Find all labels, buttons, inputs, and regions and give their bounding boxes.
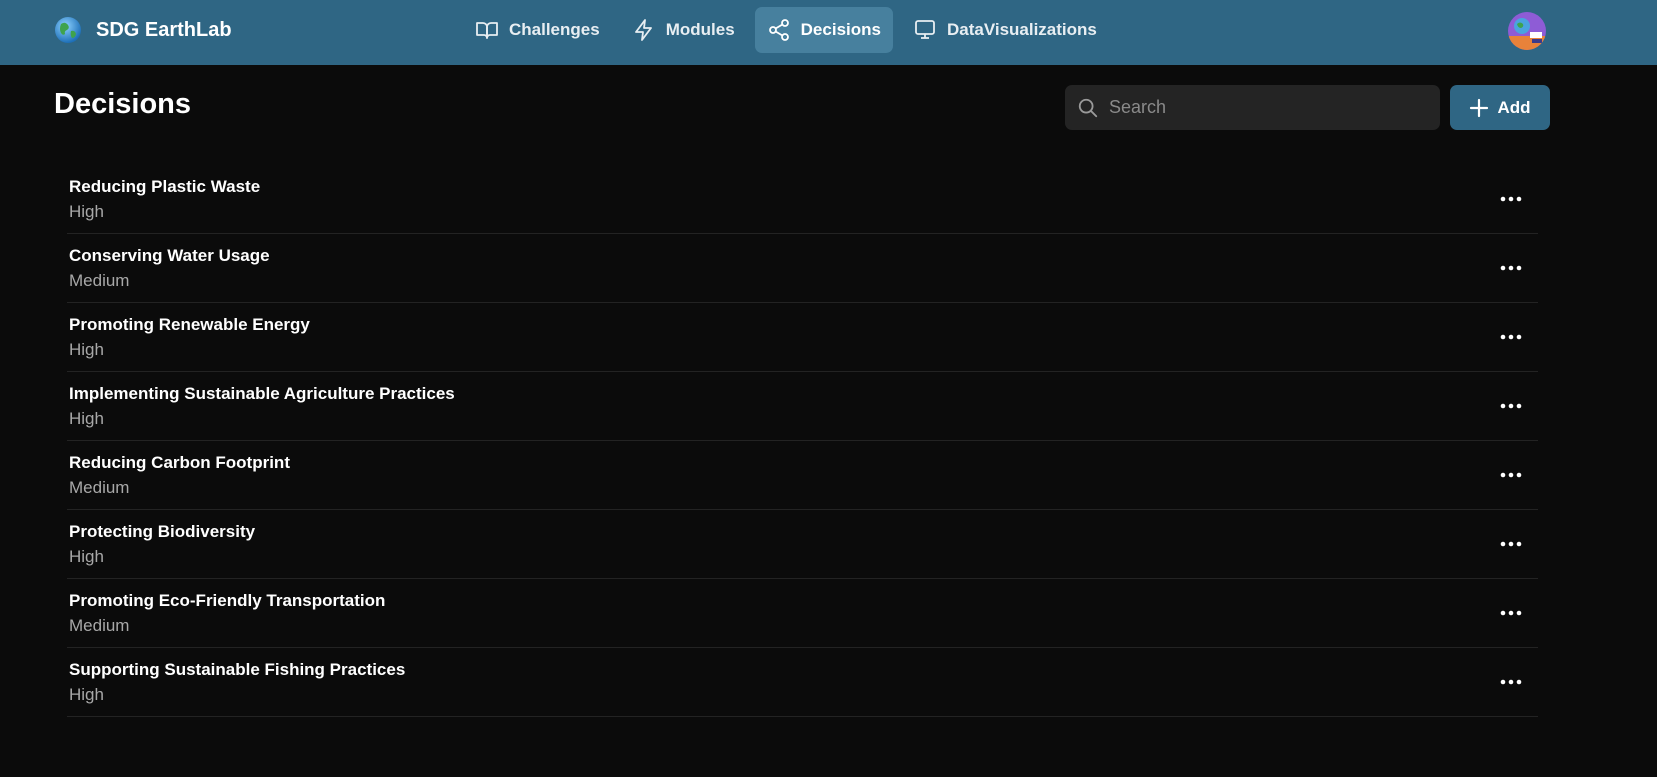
plus-icon xyxy=(1470,98,1489,117)
nav-modules-label: Modules xyxy=(665,20,735,39)
decision-title: Supporting Sustainable Fishing Practices xyxy=(69,660,406,679)
decision-priority: Medium xyxy=(69,616,130,635)
nav-decisions-label: Decisions xyxy=(800,20,881,39)
user-avatar[interactable] xyxy=(1508,12,1546,50)
more-options-button[interactable] xyxy=(1496,463,1526,487)
share-nodes-icon xyxy=(768,19,789,41)
add-button-label: Add xyxy=(1497,97,1531,117)
decision-title: Reducing Plastic Waste xyxy=(69,177,261,196)
monitor-icon xyxy=(915,20,935,39)
decision-priority: High xyxy=(69,685,104,704)
lightning-icon xyxy=(634,19,652,41)
decision-priority: High xyxy=(69,547,104,566)
decision-title: Conserving Water Usage xyxy=(69,246,270,265)
list-item[interactable]: Reducing Plastic Waste High xyxy=(67,165,1538,234)
decision-priority: Medium xyxy=(69,478,130,497)
list-item[interactable]: Implementing Sustainable Agriculture Pra… xyxy=(67,372,1538,441)
decision-priority: High xyxy=(69,409,104,428)
book-open-icon xyxy=(476,22,498,39)
brand[interactable]: SDG EarthLab xyxy=(54,15,232,45)
decision-title: Protecting Biodiversity xyxy=(69,522,256,541)
more-options-button[interactable] xyxy=(1496,325,1526,349)
list-item[interactable]: Conserving Water Usage Medium xyxy=(67,234,1538,303)
decision-priority: High xyxy=(69,340,104,359)
more-options-button[interactable] xyxy=(1496,532,1526,556)
brand-name: SDG EarthLab xyxy=(96,18,232,41)
more-horizontal-icon xyxy=(1500,196,1522,202)
nav-datavisualizations-label: DataVisualizations xyxy=(946,20,1097,39)
decisions-list: Reducing Plastic Waste High Conserving W… xyxy=(67,165,1538,717)
decision-title: Implementing Sustainable Agriculture Pra… xyxy=(69,384,455,403)
nav-modules[interactable]: Modules xyxy=(620,7,747,53)
more-options-button[interactable] xyxy=(1496,601,1526,625)
avatar-image xyxy=(1508,12,1546,50)
more-horizontal-icon xyxy=(1500,403,1522,409)
add-button[interactable]: Add xyxy=(1450,85,1550,130)
more-options-button[interactable] xyxy=(1496,187,1526,211)
list-item[interactable]: Protecting Biodiversity High xyxy=(67,510,1538,579)
more-options-button[interactable] xyxy=(1496,670,1526,694)
decision-priority: Medium xyxy=(69,271,130,290)
page-title: Decisions xyxy=(54,88,191,120)
nav-challenges[interactable]: Challenges xyxy=(463,7,612,53)
decision-title: Promoting Renewable Energy xyxy=(69,315,310,334)
nav-challenges-label: Challenges xyxy=(509,20,600,39)
list-item[interactable]: Supporting Sustainable Fishing Practices… xyxy=(67,648,1538,717)
list-item[interactable]: Reducing Carbon Footprint Medium xyxy=(67,441,1538,510)
main-nav: Challenges Modules Decisions DataVisuali… xyxy=(463,7,1109,53)
more-horizontal-icon xyxy=(1500,541,1522,547)
nav-datavisualizations[interactable]: DataVisualizations xyxy=(901,7,1109,53)
list-item[interactable]: Promoting Eco-Friendly Transportation Me… xyxy=(67,579,1538,648)
more-options-button[interactable] xyxy=(1496,394,1526,418)
decision-title: Promoting Eco-Friendly Transportation xyxy=(69,591,386,610)
list-item[interactable]: Promoting Renewable Energy High xyxy=(67,303,1538,372)
more-horizontal-icon xyxy=(1500,610,1522,616)
search-input[interactable] xyxy=(1109,97,1409,118)
more-horizontal-icon xyxy=(1500,265,1522,271)
decision-title: Reducing Carbon Footprint xyxy=(69,453,290,472)
decision-priority: High xyxy=(69,202,104,221)
more-horizontal-icon xyxy=(1500,334,1522,340)
globe-icon xyxy=(55,17,81,43)
more-horizontal-icon xyxy=(1500,679,1522,685)
more-horizontal-icon xyxy=(1500,472,1522,478)
more-options-button[interactable] xyxy=(1496,256,1526,280)
search-box[interactable] xyxy=(1065,85,1440,130)
nav-decisions[interactable]: Decisions xyxy=(754,7,893,53)
top-navigation-bar: SDG EarthLab Challenges Modules Decision… xyxy=(0,0,1657,65)
search-icon xyxy=(1078,98,1098,117)
